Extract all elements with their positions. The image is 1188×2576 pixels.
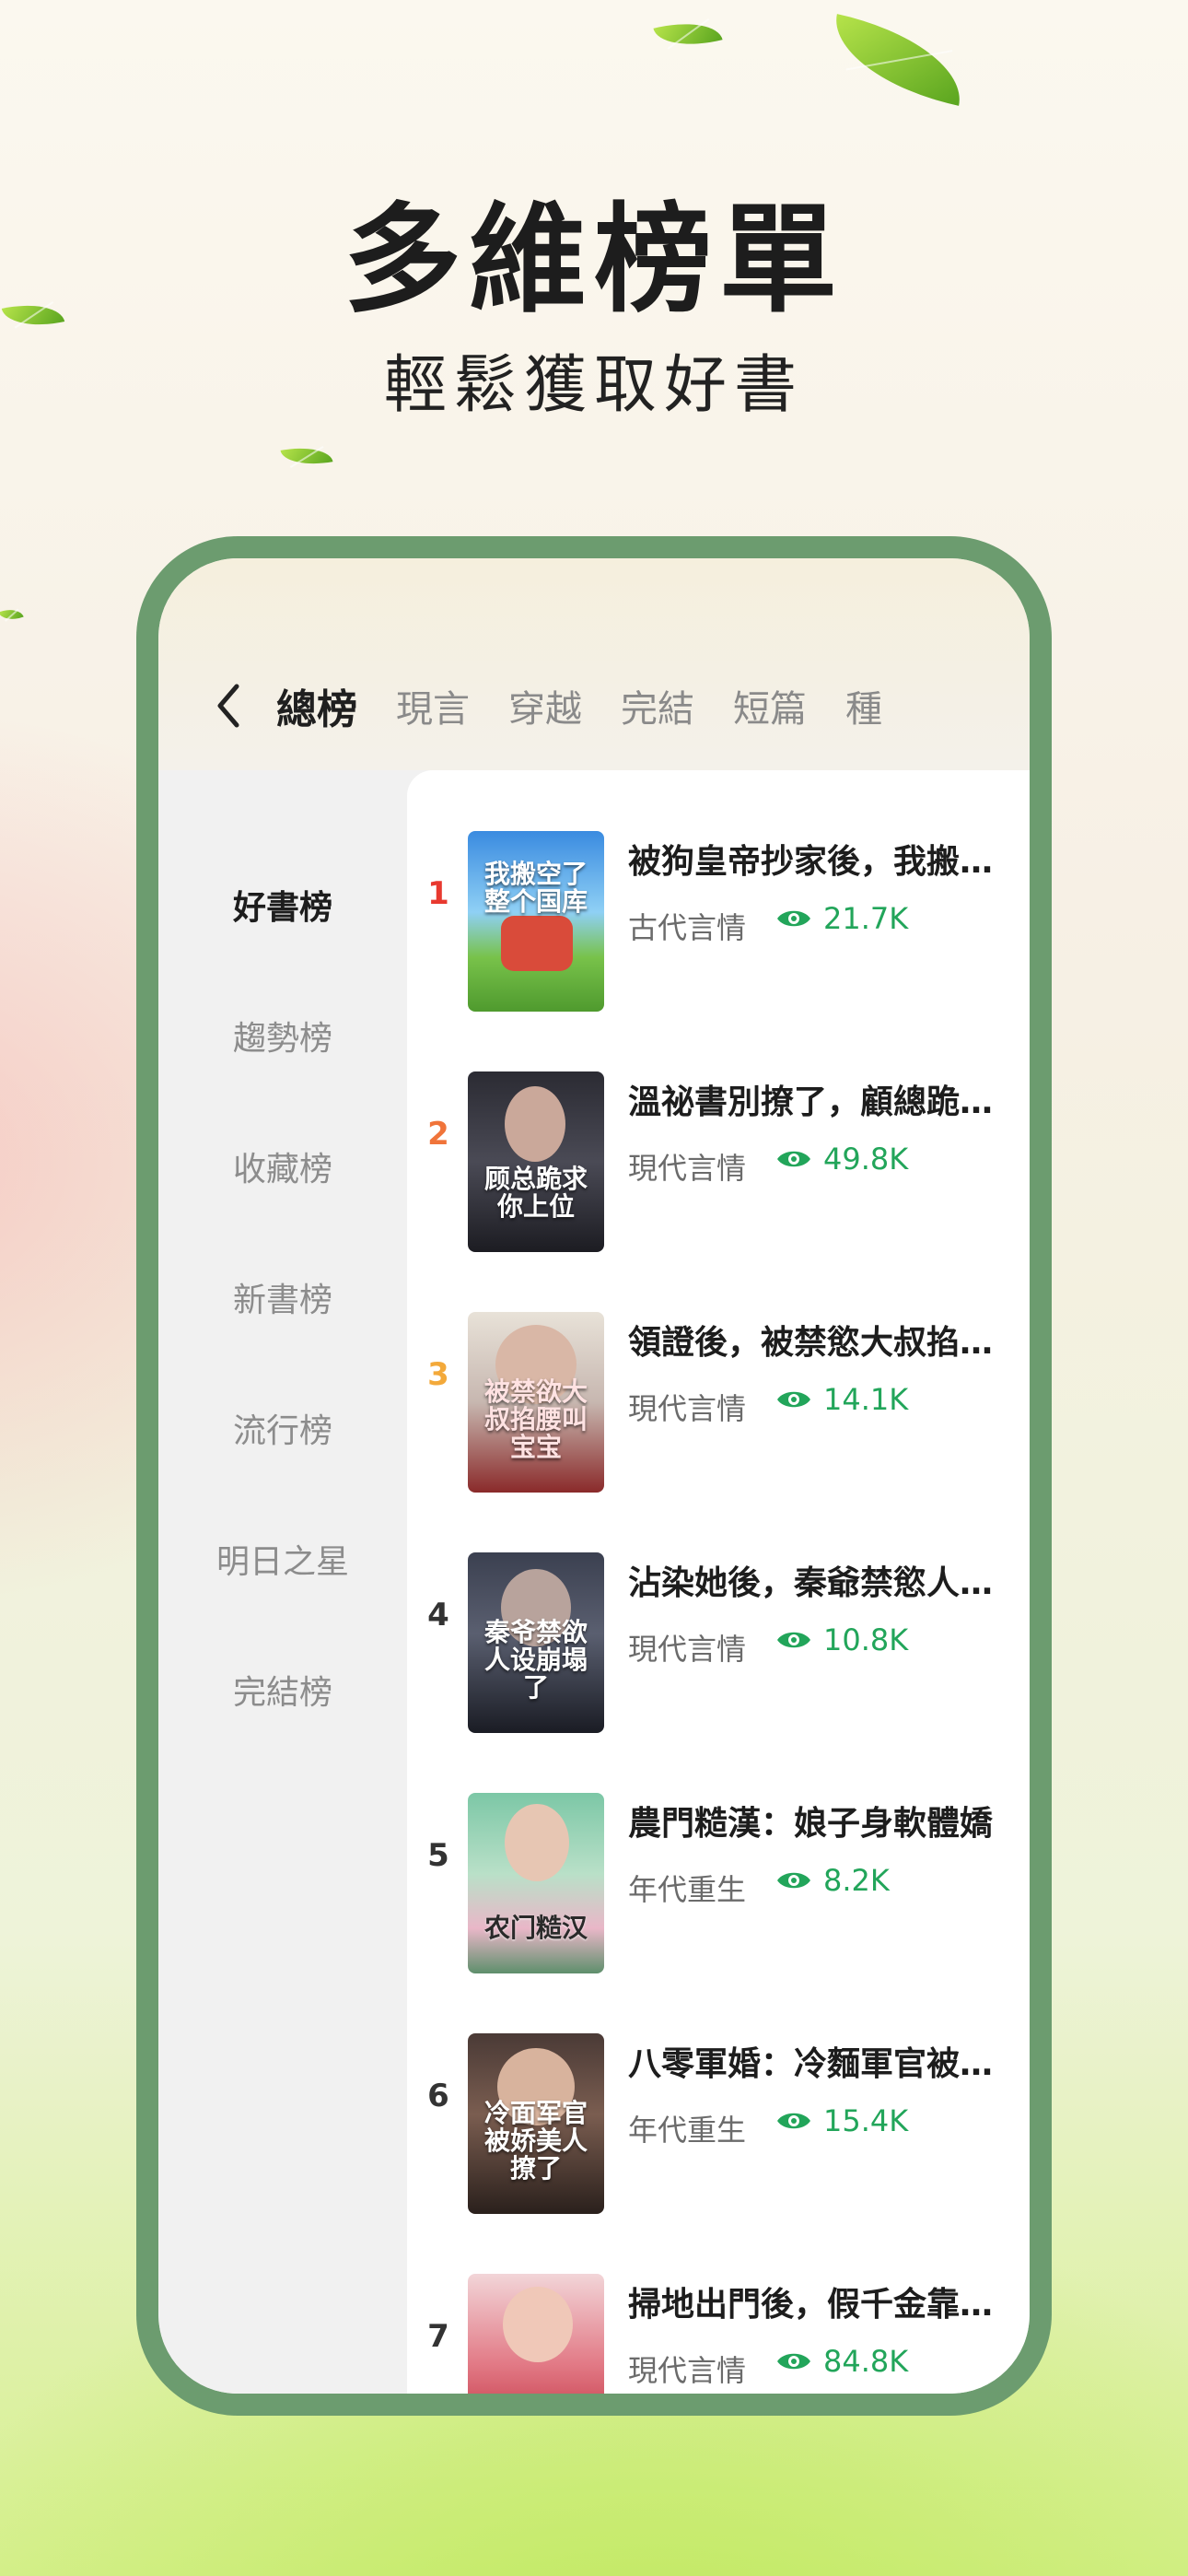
book-title: 被狗皇帝抄家後，我搬…: [628, 843, 994, 881]
eye-icon: [777, 2353, 810, 2370]
book-genre: 年代重生: [628, 1872, 747, 1907]
leaf-decoration: [280, 441, 333, 471]
view-count: 10.8K: [775, 1622, 908, 1657]
book-genre: 現代言情: [628, 1632, 747, 1667]
sidebar-item-new-books[interactable]: 新書榜: [158, 1273, 407, 1321]
book-cover: 秦爷禁欲人设崩塌了: [468, 1552, 604, 1733]
eye-icon: [777, 910, 810, 927]
view-count-value: 21.7K: [823, 901, 909, 936]
view-count-value: 14.1K: [823, 1382, 909, 1417]
sidebar-item-rising-stars[interactable]: 明日之星: [158, 1535, 407, 1583]
tab-overall[interactable]: 總榜: [276, 676, 357, 735]
sidebar-item-popular[interactable]: 流行榜: [158, 1404, 407, 1452]
cover-title: 我搬空了整个国库: [483, 859, 588, 917]
book-title: 掃地出門後，假千金靠…: [628, 2286, 994, 2324]
view-count: 8.2K: [775, 1863, 890, 1898]
book-title: 溫祕書別撩了，顧總跪…: [628, 1083, 994, 1121]
eye-icon: [777, 1872, 810, 1889]
tab-completed[interactable]: 完結: [621, 679, 694, 732]
leaf-decoration: [823, 14, 973, 106]
cover-title: 被禁欲大叔掐腰叫宝宝: [483, 1376, 588, 1462]
list-item[interactable]: 5 农门糙汉 農門糙漢：娘子身軟體嬌 年代重生 8.2K: [407, 1793, 1030, 2032]
book-cover: 被禁欲大叔掐腰叫宝宝: [468, 1312, 604, 1493]
chevron-left-icon: [217, 684, 239, 728]
book-cover: 农门糙汉: [468, 1793, 604, 1973]
book-ranking-list: 1 我搬空了整个国库 被狗皇帝抄家後，我搬… 古代言情 21.7K 2 顾总跪求…: [407, 770, 1030, 2394]
rank-number: 7: [427, 2318, 449, 2355]
rank-number: 4: [427, 1597, 449, 1633]
list-item[interactable]: 4 秦爷禁欲人设崩塌了 沾染她後，秦爺禁慾人… 現代言情 10.8K: [407, 1552, 1030, 1792]
cover-title: 冷面军官被娇美人撩了: [483, 2098, 588, 2184]
sidebar-item-good-books[interactable]: 好書榜: [158, 881, 407, 929]
phone-screen: 總榜 現言 穿越 完結 短篇 種 好書榜 趨勢榜 收藏榜 新書榜 流行榜 明日之…: [158, 558, 1030, 2394]
cover-title: 秦爷禁欲人设崩塌了: [483, 1617, 588, 1703]
cover-title: 顾总跪求你上位: [483, 1164, 588, 1222]
tab-short[interactable]: 短篇: [733, 679, 807, 732]
view-count-value: 84.8K: [823, 2344, 909, 2379]
book-genre: 古代言情: [628, 910, 747, 945]
book-title: 八零軍婚：冷麵軍官被…: [628, 2045, 994, 2083]
cover-title: 农门糙汉: [483, 1913, 588, 1943]
leaf-decoration: [653, 12, 723, 56]
view-count-value: 8.2K: [823, 1863, 890, 1898]
view-count-value: 49.8K: [823, 1142, 909, 1177]
sidebar-item-trending[interactable]: 趨勢榜: [158, 1012, 407, 1060]
ranking-sidebar: 好書榜 趨勢榜 收藏榜 新書榜 流行榜 明日之星 完結榜: [158, 770, 407, 2394]
hero-subtitle: 輕鬆獲取好書: [383, 349, 804, 422]
hero-title: 多維榜單: [343, 191, 844, 329]
eye-icon: [777, 1391, 810, 1408]
phone-frame: 總榜 現言 穿越 完結 短篇 種 好書榜 趨勢榜 收藏榜 新書榜 流行榜 明日之…: [136, 536, 1052, 2416]
book-genre: 現代言情: [628, 1391, 747, 1426]
sidebar-item-favorites[interactable]: 收藏榜: [158, 1142, 407, 1190]
eye-icon: [777, 1632, 810, 1648]
category-tab-bar: 總榜 現言 穿越 完結 短篇 種: [158, 650, 1030, 761]
view-count: 14.1K: [775, 1382, 908, 1417]
book-cover: 顾总跪求你上位: [468, 1071, 604, 1252]
view-count: 21.7K: [775, 901, 908, 936]
sidebar-item-completed[interactable]: 完結榜: [158, 1666, 407, 1714]
list-item[interactable]: 6 冷面军官被娇美人撩了 八零軍婚：冷麵軍官被… 年代重生 15.4K: [407, 2033, 1030, 2273]
book-cover: 冷面军官被娇美人撩了: [468, 2033, 604, 2214]
book-title: 農門糙漢：娘子身軟體嬌: [628, 1805, 994, 1843]
rank-number: 3: [427, 1356, 449, 1393]
back-button[interactable]: [192, 669, 265, 743]
view-count-value: 10.8K: [823, 1622, 909, 1657]
book-title: 領證後，被禁慾大叔掐…: [628, 1324, 994, 1362]
view-count-value: 15.4K: [823, 2103, 909, 2138]
view-count: 15.4K: [775, 2103, 908, 2138]
rank-number: 6: [427, 2078, 449, 2114]
book-genre: 現代言情: [628, 2353, 747, 2388]
book-cover: 云言: [468, 2274, 604, 2394]
list-item[interactable]: 3 被禁欲大叔掐腰叫宝宝 領證後，被禁慾大叔掐… 現代言情 14.1K: [407, 1312, 1030, 1551]
book-cover: 我搬空了整个国库: [468, 831, 604, 1012]
view-count: 84.8K: [775, 2344, 908, 2379]
book-genre: 年代重生: [628, 2113, 747, 2148]
list-item[interactable]: 2 顾总跪求你上位 溫祕書別撩了，顧總跪… 現代言情 49.8K: [407, 1071, 1030, 1311]
tab-time-travel[interactable]: 穿越: [508, 679, 582, 732]
list-item[interactable]: 1 我搬空了整个国库 被狗皇帝抄家後，我搬… 古代言情 21.7K: [407, 831, 1030, 1071]
rank-number: 5: [427, 1837, 449, 1874]
rank-number: 2: [427, 1116, 449, 1153]
eye-icon: [777, 2113, 810, 2129]
tab-modern-romance[interactable]: 現言: [396, 679, 470, 732]
leaf-decoration: [0, 604, 24, 625]
rank-number: 1: [427, 875, 449, 912]
book-title: 沾染她後，秦爺禁慾人…: [628, 1564, 994, 1602]
list-item[interactable]: 7 云言 掃地出門後，假千金靠… 現代言情 84.8K: [407, 2274, 1030, 2394]
eye-icon: [777, 1151, 810, 1167]
book-genre: 現代言情: [628, 1151, 747, 1186]
tab-type[interactable]: 種: [845, 679, 882, 732]
view-count: 49.8K: [775, 1142, 908, 1177]
